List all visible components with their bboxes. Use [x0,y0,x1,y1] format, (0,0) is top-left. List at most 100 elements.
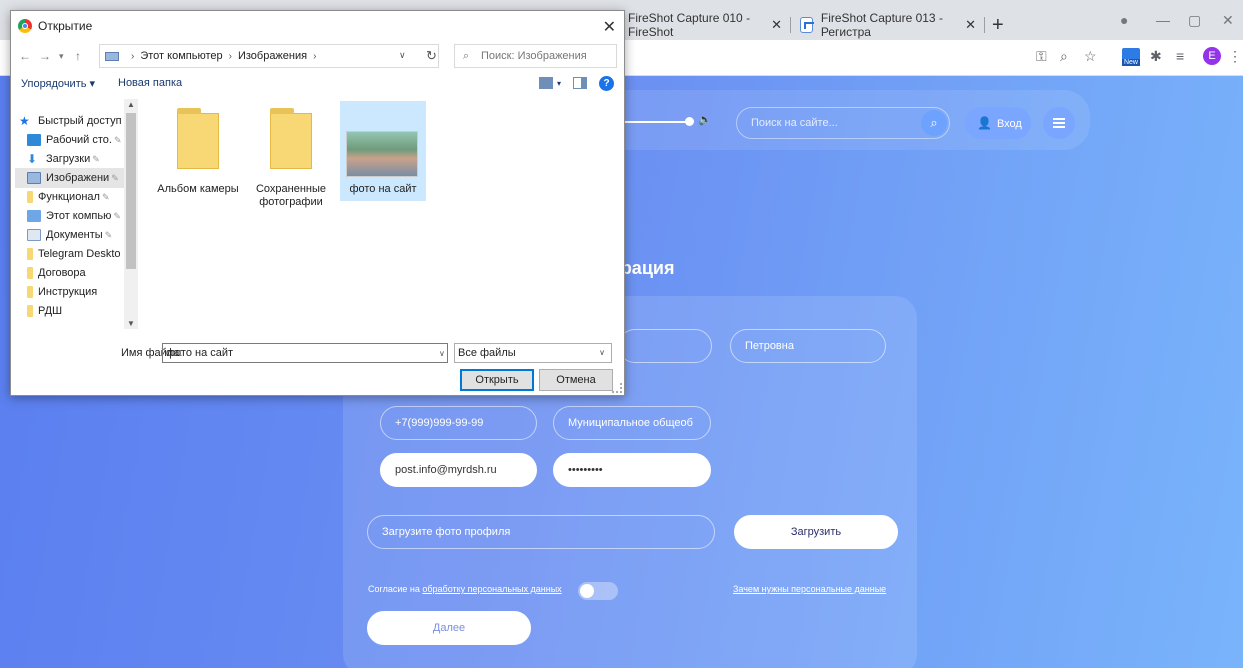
browser-menu-icon[interactable]: ⋮ [1228,48,1242,65]
profile-menu-icon[interactable]: ● [1120,12,1128,28]
organization-field[interactable]: Муниципальное общеоб [553,406,711,440]
documents-icon [27,229,41,241]
open-button[interactable]: Открыть [460,369,534,391]
maximize-icon[interactable]: ▢ [1188,12,1201,29]
scroll-up-icon[interactable]: ▲ [127,100,135,109]
chevron-down-icon: ∨ [599,348,605,357]
profile-avatar[interactable]: E [1203,47,1221,65]
refresh-icon[interactable]: ↻ [426,48,437,64]
zoom-icon[interactable]: ⌕ [1060,48,1068,65]
desktop-icon [27,134,41,146]
nav-item-instruction[interactable]: Инструкция [15,282,137,302]
pin-icon: ✎ [104,229,113,240]
command-bar: Упорядочить ▾ Новая папка ▾ ? [11,71,624,97]
nav-pane-scrollbar[interactable]: ▲ ▼ [124,99,138,329]
consent-link[interactable]: обработку персональных данных [422,584,561,594]
dialog-title: Открытие [38,19,93,33]
filename-row: Имя файла: фото на сайт ∨ Все файлы ∨ [11,341,624,367]
patronymic-field[interactable]: Петровна [730,329,886,363]
nav-item-documents[interactable]: Документы ✎ [15,225,137,245]
nav-item-functional[interactable]: Функционал ✎ [15,187,137,207]
tab-title: FireShot Capture 013 - Регистра [820,10,943,39]
forward-arrow-icon[interactable]: → [39,49,51,63]
scroll-down-icon[interactable]: ▼ [127,319,135,328]
tab-title: FireShot Capture 010 - FireShot [628,10,751,39]
close-tab-icon[interactable]: ✕ [771,17,782,33]
folder-search-input[interactable]: ⌕ Поиск: Изображения [454,44,617,68]
extensions-puzzle-icon[interactable]: ✱ [1150,48,1162,65]
chevron-down-icon[interactable]: ∨ [399,50,406,61]
resize-grip[interactable] [612,383,622,393]
chrome-logo-icon [18,19,32,33]
organize-menu[interactable]: Упорядочить ▾ [21,77,95,90]
folder-icon [27,305,33,317]
email-field[interactable]: post.info@myrdsh.ru [380,453,537,487]
file-item-saved-pictures[interactable]: Сохраненные фотографии [248,101,334,208]
nav-item-desktop[interactable]: Рабочий сто. ✎ [15,130,137,150]
help-icon[interactable]: ? [599,76,614,91]
pin-icon: ✎ [113,210,121,221]
file-item-site-photo[interactable]: фото на сайт [340,101,426,201]
consent-toggle[interactable] [578,582,618,600]
password-field[interactable]: ••••••••• [553,453,711,487]
back-arrow-icon[interactable]: ← [19,49,31,63]
key-icon[interactable]: ⚿ [1036,48,1047,65]
pictures-folder-icon [105,51,119,61]
breadcrumb[interactable]: › Этот компьютер › Изображения › [99,44,439,68]
folder-icon [270,108,312,169]
nav-item-rdsh[interactable]: РДШ [15,301,137,321]
breadcrumb-item[interactable]: Изображения [238,50,307,62]
name-field[interactable] [618,329,712,363]
up-arrow-icon[interactable]: ↑ [75,49,81,63]
speaker-icon[interactable]: 🔈 [698,113,712,126]
nav-item-contracts[interactable]: Договора [15,263,137,283]
breadcrumb-item[interactable]: Этот компьютер [140,50,222,62]
hamburger-menu-icon[interactable] [1043,107,1075,139]
preview-pane-icon[interactable] [573,77,587,89]
bookmark-star-icon[interactable]: ☆ [1084,48,1097,65]
close-tab-icon[interactable]: ✕ [965,17,976,33]
new-tab-icon[interactable]: + [992,14,1004,37]
new-folder-button[interactable]: Новая папка [118,77,182,89]
cancel-button[interactable]: Отмена [539,369,613,391]
tab-fireshot-013[interactable]: FireShot Capture 013 - Регистра ✕ [792,9,984,40]
volume-slider[interactable] [620,121,690,123]
dialog-titlebar: Открытие [11,11,624,41]
phone-field[interactable]: +7(999)999-99-99 [380,406,537,440]
nav-item-telegram[interactable]: Telegram Deskto [15,244,137,264]
site-search-input[interactable]: Поиск на сайте... [736,107,950,139]
why-personal-data-link[interactable]: Зачем нужны персональные данные [733,584,886,594]
nav-item-this-pc[interactable]: Этот компью ✎ [15,206,137,226]
login-button[interactable]: 👤 Вход [965,107,1031,139]
photo-upload-field[interactable]: Загрузите фото профиля [367,515,715,549]
nav-item-quick-access[interactable]: ★ Быстрый доступ [15,111,137,131]
view-options-icon[interactable] [539,77,553,89]
volume-slider-handle[interactable] [685,117,694,126]
folder-icon [27,286,33,298]
file-type-select[interactable]: Все файлы ∨ [454,343,612,363]
image-thumbnail [346,131,418,177]
recent-locations-icon[interactable]: ▾ [59,51,64,62]
next-button[interactable]: Далее [367,611,531,645]
nav-item-downloads[interactable]: ⬇ Загрузки ✎ [15,149,137,169]
tab-fireshot-010[interactable]: FireShot Capture 010 - FireShot ✕ [620,9,790,40]
chevron-down-icon[interactable]: ∨ [439,349,445,358]
navigation-bar: ← → ▾ ↑ › Этот компьютер › Изображения ›… [11,41,624,71]
nav-item-pictures[interactable]: Изображени ✎ [15,168,137,188]
search-icon[interactable]: ⌕ [921,110,947,136]
close-window-icon[interactable]: ✕ [1222,12,1234,29]
filename-input[interactable]: фото на сайт [162,343,448,363]
minimize-icon[interactable]: — [1156,12,1170,28]
reading-list-icon[interactable]: ≡ [1176,48,1184,64]
news-extension-icon[interactable]: New [1122,48,1140,66]
file-item-camera-roll[interactable]: Альбом камеры [155,101,241,201]
chevron-down-icon[interactable]: ▾ [557,79,561,88]
tab-divider [984,17,985,33]
scrollbar-thumb[interactable] [126,113,136,269]
upload-button[interactable]: Загрузить [734,515,898,549]
pin-icon: ✎ [113,134,122,145]
tab-divider [790,17,791,33]
search-icon: ⌕ [463,50,470,62]
folder-icon [27,267,33,279]
dialog-close-icon[interactable]: ✕ [603,17,616,37]
